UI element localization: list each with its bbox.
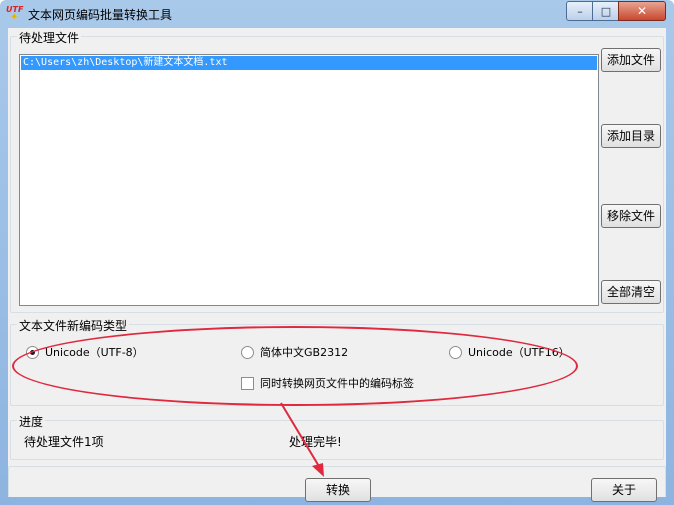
close-button[interactable]: ✕ <box>618 1 666 21</box>
radio-utf8[interactable]: Unicode（UTF-8） <box>26 344 144 360</box>
radio-utf8-label: Unicode（UTF-8） <box>45 346 144 359</box>
convert-button[interactable]: 转换 <box>305 478 371 502</box>
radio-utf16-label: Unicode（UTF16） <box>468 346 570 359</box>
status-text: 处理完毕! <box>289 435 342 449</box>
add-directory-button[interactable]: 添加目录 <box>601 124 661 148</box>
radio-utf16[interactable]: Unicode（UTF16） <box>449 344 570 360</box>
convert-tags-checkbox[interactable]: 同时转换网页文件中的编码标签 <box>241 375 414 391</box>
encoding-group-label: 文本文件新编码类型 <box>17 317 130 334</box>
clear-all-button[interactable]: 全部清空 <box>601 280 661 304</box>
maximize-icon: □ <box>600 4 612 18</box>
radio-gb2312[interactable]: 简体中文GB2312 <box>241 344 348 360</box>
minimize-button[interactable]: – <box>566 1 594 21</box>
files-groupbox: 待处理文件 C:\Users\zh\Desktop\新建文本文档.txt 添加文… <box>10 29 664 313</box>
remove-file-button[interactable]: 移除文件 <box>601 204 661 228</box>
encoding-groupbox: 文本文件新编码类型 <box>10 317 664 406</box>
pending-count-text: 待处理文件1项 <box>24 435 104 449</box>
progress-group-label: 进度 <box>17 413 46 430</box>
files-group-label: 待处理文件 <box>17 29 82 46</box>
minimize-icon: – <box>577 4 583 18</box>
star-icon: ✦ <box>10 12 19 23</box>
app-window: UTF ✦ 文本网页编码批量转换工具 – □ ✕ 待处理文件 C:\Users\… <box>0 0 674 505</box>
title-bar[interactable]: UTF ✦ 文本网页编码批量转换工具 – □ ✕ <box>0 0 674 28</box>
window-title: 文本网页编码批量转换工具 <box>28 8 173 22</box>
maximize-button[interactable]: □ <box>592 1 620 21</box>
utf-app-icon: UTF ✦ <box>6 6 23 23</box>
client-area: 待处理文件 C:\Users\zh\Desktop\新建文本文档.txt 添加文… <box>8 28 666 502</box>
about-button[interactable]: 关于 <box>591 478 657 502</box>
add-file-button[interactable]: 添加文件 <box>601 48 661 72</box>
file-list[interactable]: C:\Users\zh\Desktop\新建文本文档.txt <box>19 54 599 306</box>
radio-gb2312-indicator[interactable] <box>241 345 254 359</box>
close-icon: ✕ <box>636 4 648 18</box>
file-list-item[interactable]: C:\Users\zh\Desktop\新建文本文档.txt <box>21 56 597 70</box>
radio-utf8-indicator[interactable] <box>26 345 39 359</box>
radio-utf16-indicator[interactable] <box>449 345 462 359</box>
convert-tags-checkbox-box[interactable] <box>241 376 254 390</box>
convert-tags-label: 同时转换网页文件中的编码标签 <box>260 377 414 390</box>
radio-gb2312-label: 简体中文GB2312 <box>260 346 349 359</box>
